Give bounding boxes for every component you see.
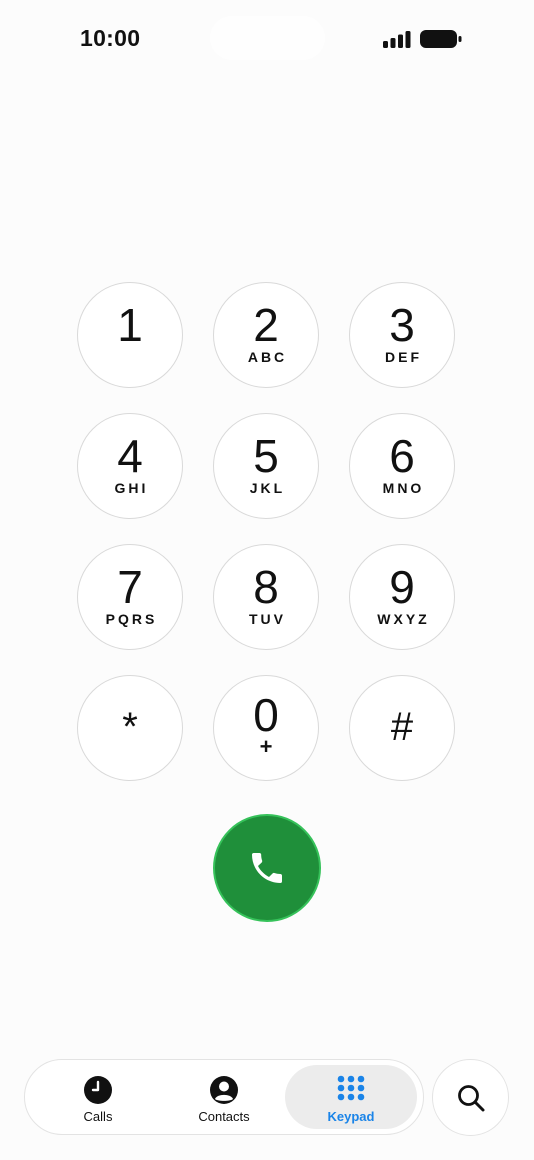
key-digit: 8 <box>253 561 279 613</box>
key-digit: # <box>390 705 414 749</box>
key-digit: 2 <box>253 299 279 351</box>
key-9[interactable]: 9 WXYZ <box>349 544 455 650</box>
key-digit: * <box>122 705 138 749</box>
key-letters: TUV <box>249 611 286 627</box>
tab-bar: Calls Contacts Keypad <box>24 1059 424 1135</box>
key-4[interactable]: 4 GHI <box>77 413 183 519</box>
key-letters: PQRS <box>105 611 158 627</box>
key-6[interactable]: 6 MNO <box>349 413 455 519</box>
tab-calls[interactable]: Calls <box>32 1065 164 1129</box>
tab-contacts[interactable]: Contacts <box>158 1065 290 1129</box>
battery-icon <box>420 30 462 48</box>
key-star[interactable]: * <box>77 675 183 781</box>
key-digit: 9 <box>389 561 415 613</box>
tab-label: Contacts <box>198 1109 250 1124</box>
key-digit: 6 <box>389 430 415 482</box>
keypad-icon <box>337 1075 365 1101</box>
key-digit: 3 <box>389 299 415 351</box>
key-digit: 0 <box>253 689 279 741</box>
dynamic-island <box>210 16 325 60</box>
clock-icon <box>84 1076 112 1104</box>
key-letters: ABC <box>247 349 288 365</box>
key-letters: DEF <box>385 349 422 365</box>
key-7[interactable]: 7 PQRS <box>77 544 183 650</box>
key-8[interactable]: 8 TUV <box>213 544 319 650</box>
key-digit: 5 <box>253 430 279 482</box>
key-letters: + <box>259 734 273 759</box>
key-digit: 4 <box>117 430 143 482</box>
key-letters: GHI <box>114 480 149 496</box>
search-icon <box>458 1085 485 1112</box>
key-2[interactable]: 2 ABC <box>213 282 319 388</box>
key-5[interactable]: 5 JKL <box>213 413 319 519</box>
key-letters: JKL <box>249 480 286 496</box>
key-0[interactable]: 0 + <box>213 675 319 781</box>
search-button[interactable] <box>432 1059 509 1136</box>
status-time: 10:00 <box>80 25 141 51</box>
status-bar: 10:00 <box>0 0 534 80</box>
key-digit: 1 <box>117 299 143 351</box>
key-digit: 7 <box>117 561 143 613</box>
key-letters: MNO <box>382 480 425 496</box>
key-hash[interactable]: # <box>349 675 455 781</box>
key-3[interactable]: 3 DEF <box>349 282 455 388</box>
tab-label: Calls <box>83 1109 113 1124</box>
key-letters: WXYZ <box>377 611 430 627</box>
signal-icon <box>383 31 411 48</box>
phone-icon <box>252 853 282 883</box>
person-icon <box>210 1076 238 1104</box>
key-1[interactable]: 1 <box>77 282 183 388</box>
call-button[interactable] <box>213 814 321 922</box>
tab-keypad[interactable]: Keypad <box>285 1065 417 1129</box>
tab-label: Keypad <box>327 1109 375 1124</box>
